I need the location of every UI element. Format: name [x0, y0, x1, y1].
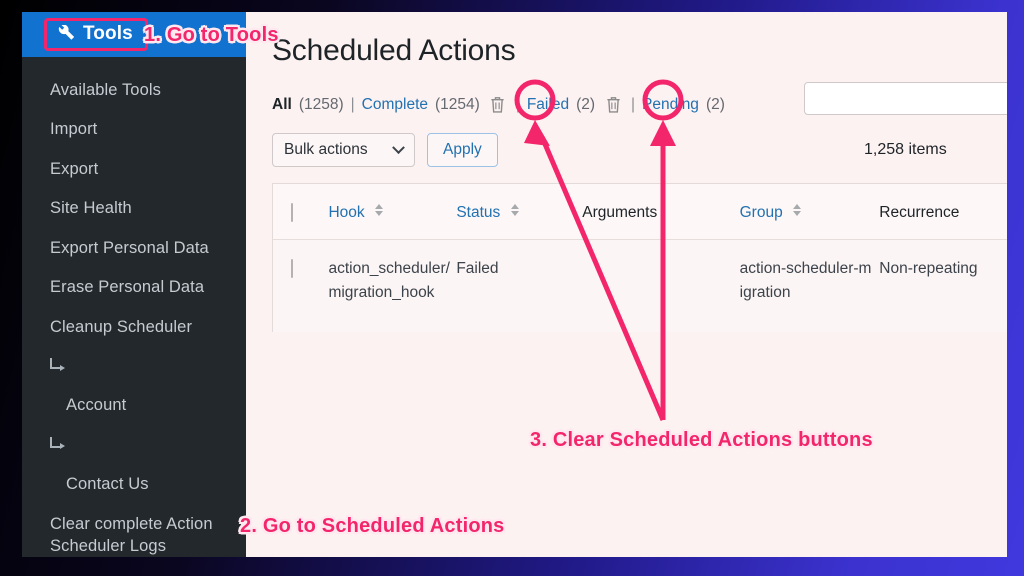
sidebar-item-erase-personal-data[interactable]: Erase Personal Data: [22, 268, 246, 307]
column-label: Status: [456, 204, 501, 221]
cell-arguments: [582, 240, 739, 332]
filter-failed[interactable]: Failed: [527, 96, 569, 114]
sidebar-header-label: Tools: [83, 23, 133, 44]
sidebar-item-export[interactable]: Export: [22, 150, 246, 189]
sidebar-item-site-health[interactable]: Site Health: [22, 189, 246, 228]
sidebar-item-label: Contact Us: [66, 474, 149, 493]
filter-failed-count: (2): [576, 96, 596, 113]
clear-failed-trash-icon[interactable]: [602, 94, 624, 116]
annotation-step-2: 2. Go to Scheduled Actions: [240, 515, 505, 537]
tools-highlight-box[interactable]: Tools: [44, 18, 148, 51]
clear-complete-trash-icon[interactable]: [487, 94, 509, 116]
select-all-checkbox-cell[interactable]: [273, 184, 328, 239]
filter-pending-count: (2): [705, 96, 725, 113]
column-header-status[interactable]: Status: [456, 184, 582, 239]
table-row: action_scheduler/migration_hook Failed a…: [273, 240, 1007, 333]
filter-all-count: (1258): [298, 96, 344, 113]
column-header-group[interactable]: Group: [740, 184, 880, 239]
admin-sidebar: Tools Available Tools Import Export Site…: [22, 12, 246, 557]
sidebar-item-export-personal-data[interactable]: Export Personal Data: [22, 229, 246, 268]
filter-pending[interactable]: Pending: [642, 96, 699, 114]
table-header-row: Hook Status Arguments Group Recurrence: [273, 184, 1007, 241]
table-nav-top: Bulk actions Apply 1,258 items: [272, 133, 1007, 167]
items-count: 1,258 items: [864, 141, 947, 158]
sort-arrows-icon[interactable]: [793, 203, 802, 216]
filter-separator: |: [350, 96, 355, 113]
column-label: Arguments: [582, 204, 658, 221]
filter-complete-count: (1254): [435, 96, 480, 113]
sidebar-item-import[interactable]: Import: [22, 110, 246, 149]
search-input[interactable]: [804, 82, 1007, 115]
select-all-checkbox[interactable]: [291, 203, 293, 222]
filter-separator: |: [515, 96, 520, 113]
sidebar-item-label: Account: [66, 396, 127, 415]
status-filter-list: All (1258) | Complete (1254) | Failed (2…: [272, 82, 1007, 116]
sidebar-item-contact-us[interactable]: Contact Us: [22, 426, 246, 504]
row-checkbox-cell[interactable]: [273, 240, 328, 332]
filter-all[interactable]: All: [272, 96, 292, 114]
cell-recurrence: Non-repeating: [879, 260, 978, 278]
column-label: Hook: [328, 204, 365, 221]
cell-hook: action_scheduler/migration_hook: [328, 260, 450, 301]
column-header-hook[interactable]: Hook: [328, 184, 456, 239]
annotation-step-3: 3. Clear Scheduled Actions buttons: [530, 429, 873, 451]
sidebar-item-cleanup-scheduler[interactable]: Cleanup Scheduler: [22, 308, 246, 347]
submenu-elbow-icon: [50, 358, 65, 371]
bulk-actions-select[interactable]: Bulk actions: [272, 133, 415, 167]
chevron-down-icon: [392, 140, 405, 154]
column-header-arguments: Arguments: [582, 184, 739, 239]
column-header-recurrence: Recurrence: [879, 184, 1007, 239]
sidebar-item-clear-complete-action-scheduler-logs[interactable]: Clear complete Action Scheduler Logs: [22, 504, 246, 557]
wrench-icon: [55, 24, 74, 44]
apply-button[interactable]: Apply: [427, 133, 498, 167]
main-content: Scheduled Actions All (1258) | Complete …: [246, 12, 1007, 557]
sidebar-menu: Available Tools Import Export Site Healt…: [22, 57, 246, 557]
column-label: Group: [739, 204, 783, 221]
sidebar-item-available-tools[interactable]: Available Tools: [22, 71, 246, 110]
sort-arrows-icon[interactable]: [374, 203, 384, 216]
bulk-actions-label: Bulk actions: [284, 141, 368, 158]
row-checkbox[interactable]: [291, 259, 293, 279]
cell-status: Failed: [456, 260, 499, 278]
filter-separator: |: [631, 96, 636, 113]
admin-page-frame: Tools Available Tools Import Export Site…: [22, 12, 1007, 557]
cell-group: action-scheduler-migration: [739, 260, 872, 301]
sidebar-item-account[interactable]: Account: [22, 347, 246, 425]
scheduled-actions-table: Hook Status Arguments Group Recurrence a…: [272, 183, 1007, 333]
sort-arrows-icon[interactable]: [510, 203, 520, 216]
annotation-step-1: 1. Go to Tools: [144, 24, 279, 46]
submenu-elbow-icon: [50, 436, 65, 450]
page-title: Scheduled Actions: [272, 34, 516, 67]
filter-complete[interactable]: Complete: [362, 96, 428, 114]
column-label: Recurrence: [879, 204, 960, 221]
